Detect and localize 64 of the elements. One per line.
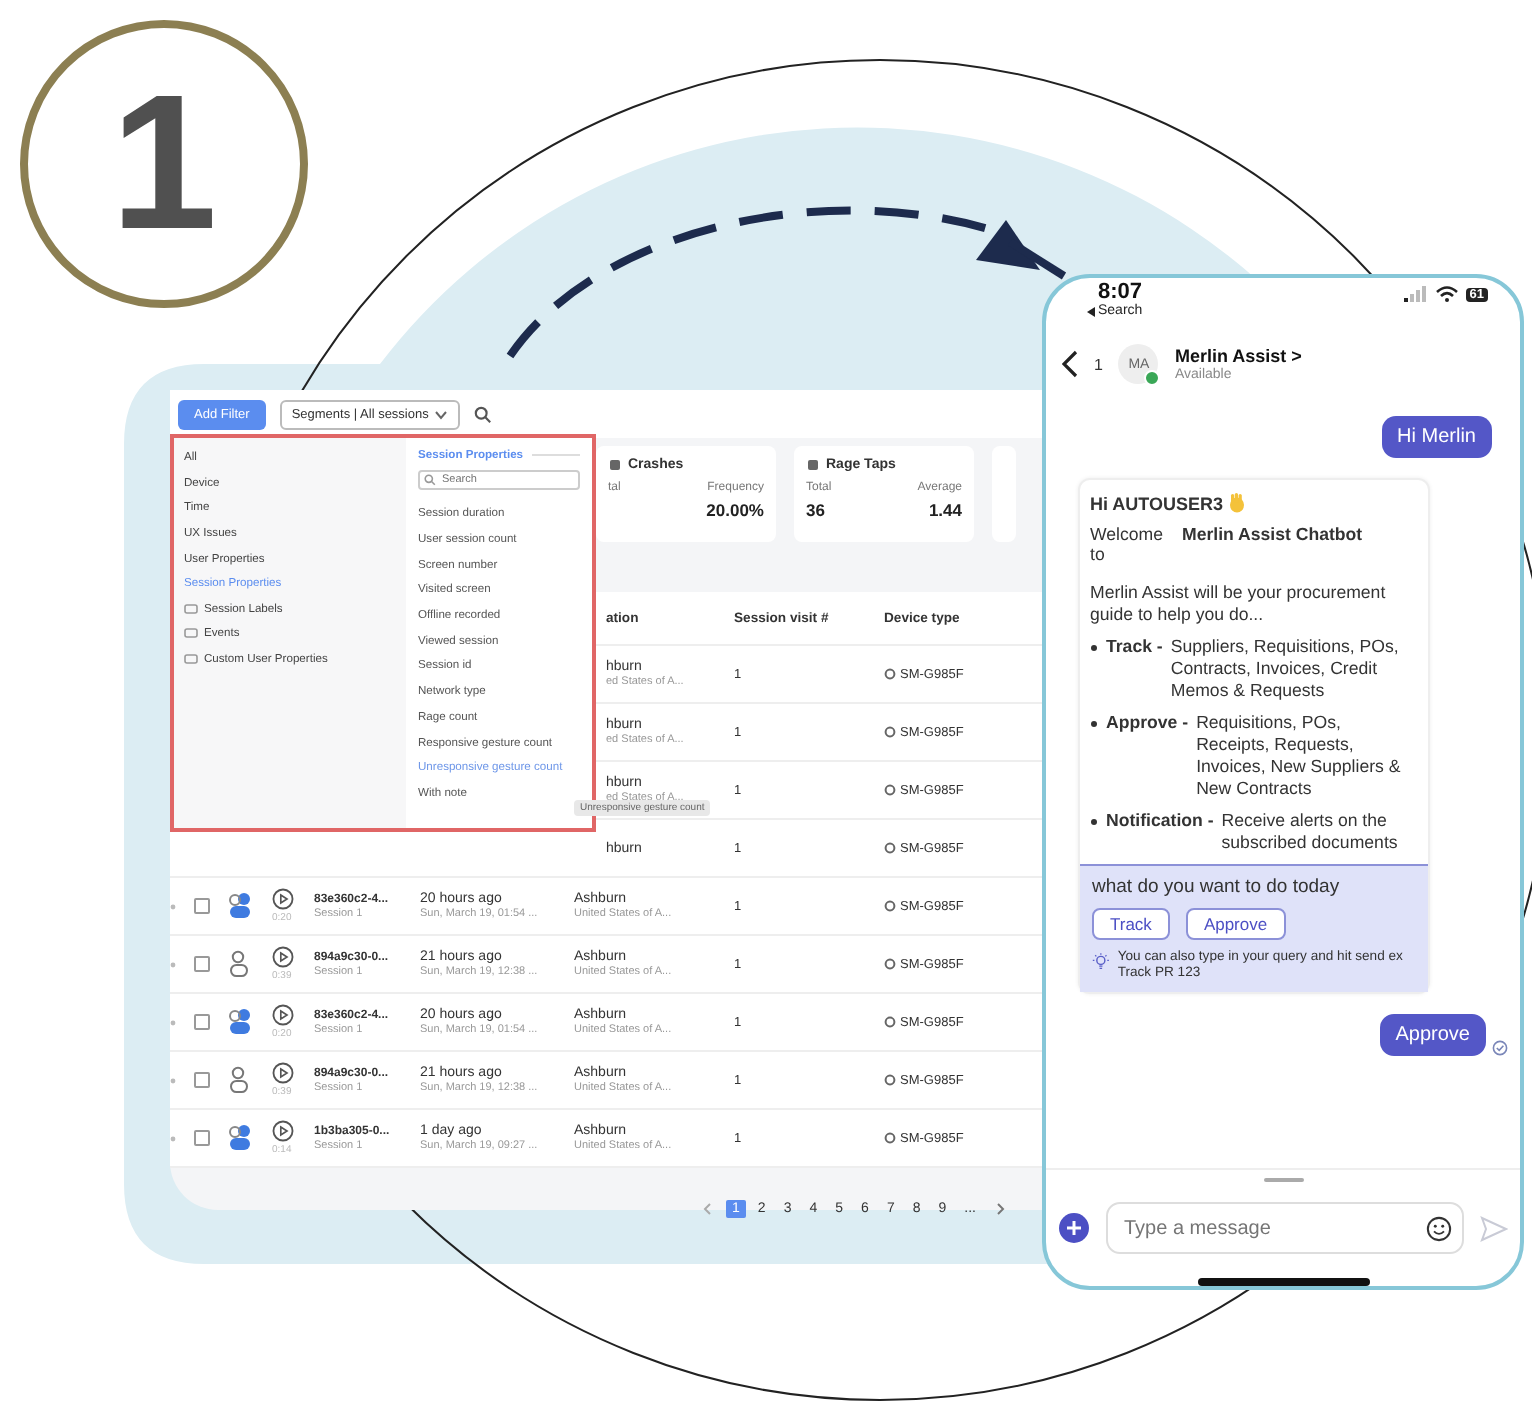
stat-icon bbox=[608, 458, 622, 472]
back-icon[interactable] bbox=[1062, 350, 1078, 378]
device-icon bbox=[884, 1016, 896, 1028]
metric-value: 36 bbox=[806, 500, 827, 520]
play-icon[interactable] bbox=[272, 1004, 294, 1026]
quick-reply-button[interactable]: Approve bbox=[1185, 907, 1286, 940]
stat-icon bbox=[806, 458, 820, 472]
expand-icon[interactable] bbox=[170, 903, 176, 909]
row-checkbox[interactable] bbox=[194, 1014, 210, 1030]
signal-icon bbox=[1403, 286, 1428, 302]
play-icon[interactable] bbox=[272, 1120, 294, 1142]
feature-label: Track - bbox=[1106, 635, 1163, 660]
unread-count: 1 bbox=[1094, 355, 1103, 373]
play-icon[interactable] bbox=[272, 946, 294, 968]
add-icon[interactable] bbox=[1058, 1212, 1090, 1244]
expand-icon[interactable] bbox=[170, 1077, 176, 1083]
row-checkbox[interactable] bbox=[194, 956, 210, 972]
feature-text: Requisitions, POs, Receipts, Requests, Invoices, New Suppliers & New Contracts bbox=[1196, 711, 1403, 800]
row-checkbox[interactable] bbox=[194, 1130, 210, 1146]
device-icon bbox=[884, 668, 896, 680]
device-icon bbox=[884, 1132, 896, 1144]
greeting-text: Hi AUTOUSER3 bbox=[1090, 493, 1224, 513]
expand-icon[interactable] bbox=[170, 1135, 176, 1141]
device-icon bbox=[884, 784, 896, 796]
device-icon bbox=[884, 1074, 896, 1086]
step-number: 1 bbox=[20, 20, 308, 308]
emoji-icon[interactable] bbox=[1426, 1216, 1452, 1242]
sent-message: Approve bbox=[1379, 1014, 1486, 1057]
feature-label: Approve - bbox=[1106, 711, 1189, 736]
metric-value: 1.44 bbox=[928, 500, 962, 520]
chevron-down-icon bbox=[434, 409, 449, 419]
back-triangle-icon bbox=[1086, 305, 1096, 317]
device-icon bbox=[884, 958, 896, 970]
send-icon[interactable] bbox=[1480, 1215, 1508, 1241]
wifi-icon bbox=[1435, 286, 1458, 302]
status-time: 8:07 bbox=[1098, 280, 1143, 304]
expand-icon[interactable] bbox=[170, 1019, 176, 1025]
bullet-icon bbox=[1090, 643, 1098, 652]
lightbulb-icon bbox=[1092, 949, 1110, 974]
bullet-icon bbox=[1090, 719, 1098, 728]
device-icon bbox=[884, 842, 896, 854]
expand-icon[interactable] bbox=[170, 961, 176, 967]
search-icon[interactable] bbox=[474, 405, 493, 423]
row-checkbox[interactable] bbox=[194, 1072, 210, 1088]
feature-text: Suppliers, Requisitions, POs, Contracts, Invoices, Credit Memos & Requests bbox=[1170, 635, 1401, 702]
feature-text: Receive alerts on the subscribed documents bbox=[1221, 809, 1400, 854]
row-checkbox[interactable] bbox=[194, 898, 210, 914]
product-name: Merlin Assist Chatbot bbox=[1182, 524, 1363, 548]
play-icon[interactable] bbox=[272, 888, 294, 910]
play-icon[interactable] bbox=[272, 1062, 294, 1084]
sent-message: Hi Merlin bbox=[1381, 416, 1492, 458]
waving-hand-icon bbox=[1225, 492, 1248, 514]
intro-text: Merlin Assist will be your procurement guide to help you do... bbox=[1090, 582, 1388, 626]
quick-reply-button[interactable]: Track bbox=[1092, 907, 1170, 940]
message-input[interactable]: Type a message bbox=[1106, 1202, 1464, 1254]
search-icon bbox=[424, 474, 436, 486]
feature-label: Notification - bbox=[1106, 809, 1214, 834]
device-icon bbox=[884, 726, 896, 738]
contact-name[interactable]: Merlin Assist > bbox=[1174, 346, 1302, 366]
welcome-text: Welcome to bbox=[1090, 524, 1166, 564]
prompt-text: what do you want to do today bbox=[1092, 875, 1342, 898]
metric-value: 20.00% bbox=[706, 500, 764, 520]
device-icon bbox=[884, 900, 896, 912]
bullet-icon bbox=[1090, 817, 1098, 826]
